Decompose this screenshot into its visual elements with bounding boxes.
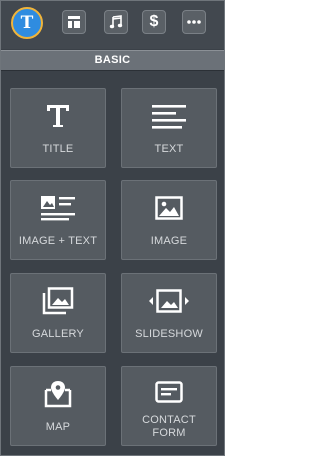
section-header: BASIC	[1, 50, 224, 71]
text-tile[interactable]: TEXT	[121, 88, 217, 168]
contact-form-tile[interactable]: CONTACT FORM	[121, 366, 217, 446]
tile-label: GALLERY	[32, 328, 84, 340]
text-category-button[interactable]: T	[11, 7, 43, 39]
image-icon	[122, 193, 216, 223]
more-category-button[interactable]	[182, 10, 206, 34]
layout-icon	[68, 16, 80, 28]
gallery-icon	[11, 286, 105, 316]
dollar-icon: $	[149, 13, 159, 30]
map-pin-icon	[11, 379, 105, 409]
layout-category-button[interactable]	[62, 10, 86, 34]
text-t-icon: T	[20, 12, 34, 33]
title-icon	[11, 101, 105, 131]
map-tile[interactable]: MAP	[10, 366, 106, 446]
tile-label: TITLE	[42, 143, 74, 155]
tile-label-line2: FORM	[152, 427, 186, 439]
slideshow-icon	[122, 286, 216, 316]
commerce-category-button[interactable]: $	[142, 10, 166, 34]
image-text-icon	[11, 193, 105, 223]
text-lines-icon	[122, 101, 216, 131]
gallery-tile[interactable]: GALLERY	[10, 273, 106, 353]
tile-label: IMAGE + TEXT	[18, 235, 98, 247]
tile-label: CONTACT FORM	[124, 414, 214, 440]
tile-label: IMAGE	[150, 235, 188, 247]
contact-form-icon	[122, 377, 216, 407]
tile-label: TEXT	[154, 143, 184, 155]
category-toolbar: T $	[1, 1, 224, 49]
tile-label: SLIDESHOW	[135, 328, 203, 340]
music-note-icon	[109, 15, 123, 29]
music-category-button[interactable]	[104, 10, 128, 34]
title-tile[interactable]: TITLE	[10, 88, 106, 168]
image-text-tile[interactable]: IMAGE + TEXT	[10, 180, 106, 260]
slideshow-tile[interactable]: SLIDESHOW	[121, 273, 217, 353]
image-tile[interactable]: IMAGE	[121, 180, 217, 260]
more-dots-icon	[187, 20, 201, 24]
tile-label: MAP	[45, 421, 71, 433]
tile-label-line1: CONTACT	[142, 414, 196, 426]
elements-panel: T $ BASIC TITLE TEXT IMAGE + TEXT IMAGE …	[0, 0, 225, 456]
